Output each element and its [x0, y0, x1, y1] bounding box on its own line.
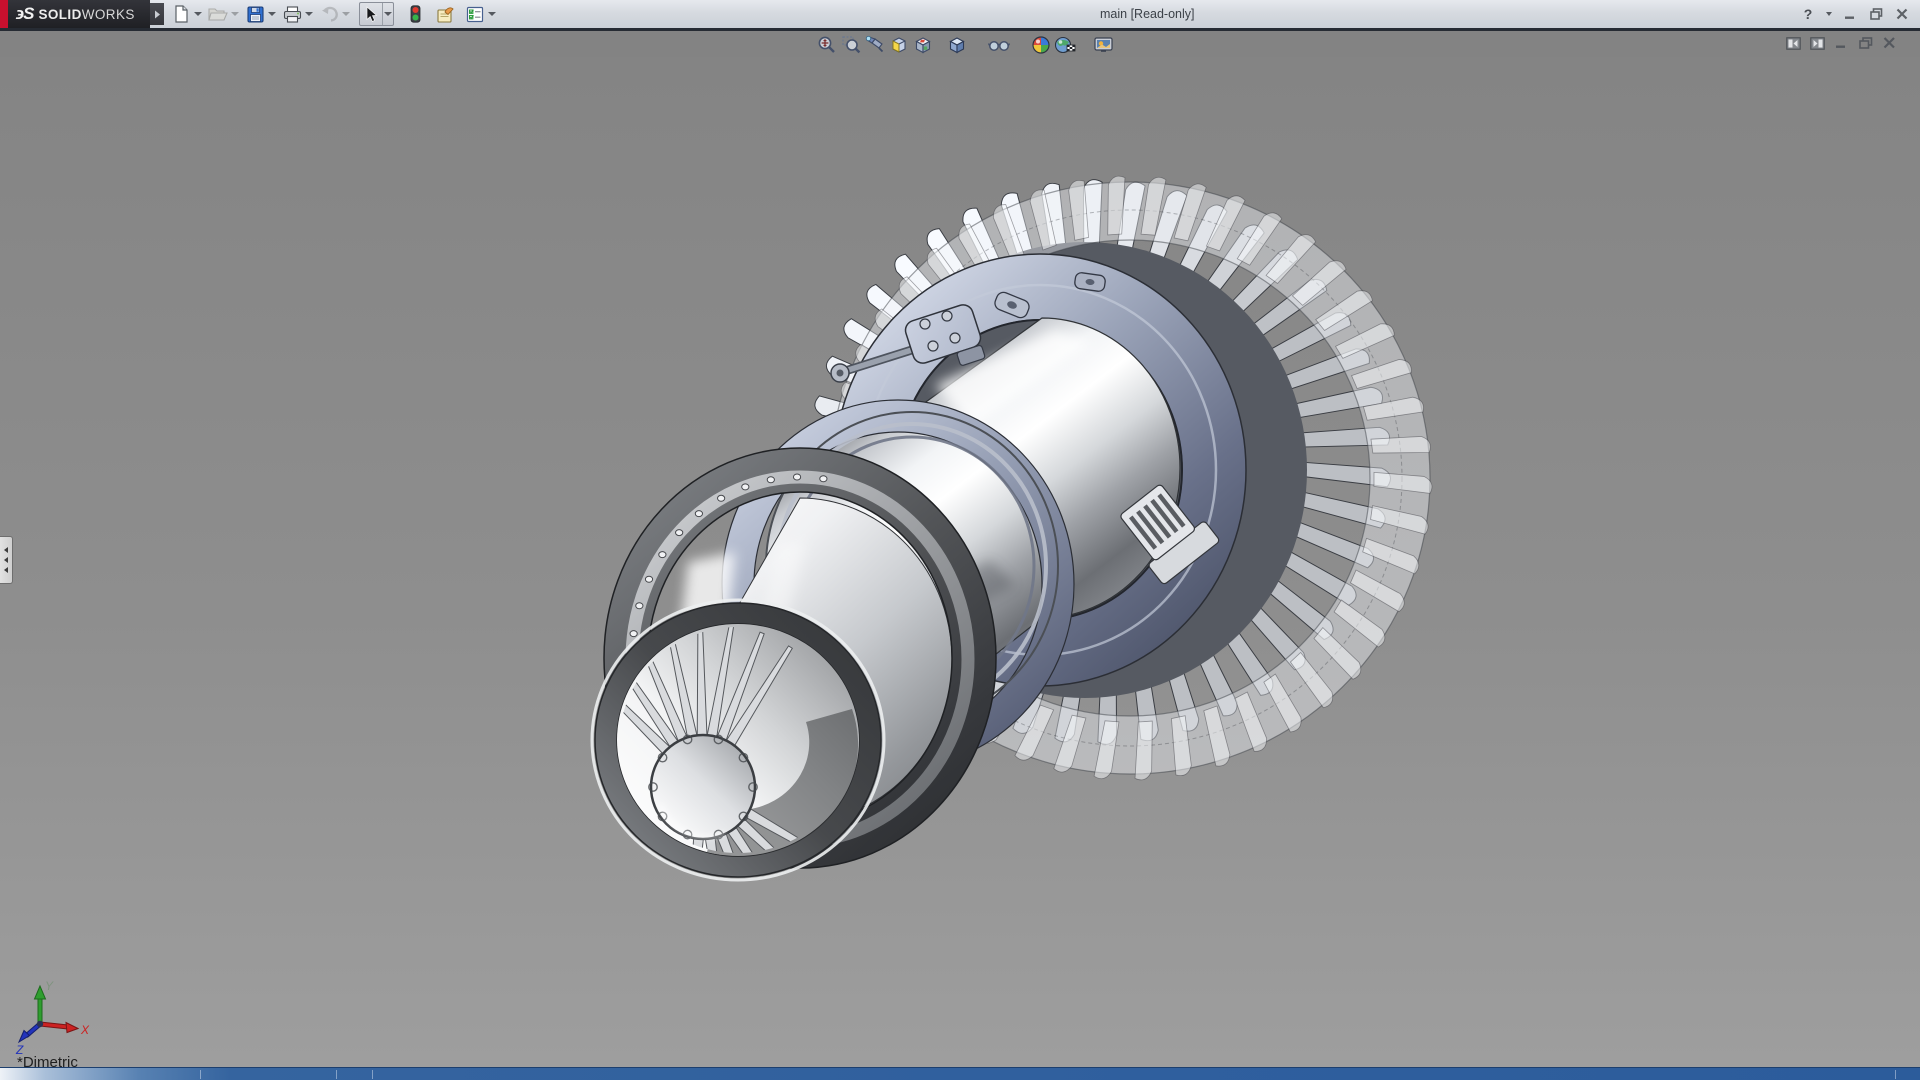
status-bar — [0, 1067, 1920, 1080]
x-axis-arrow — [66, 1023, 78, 1033]
open-dropdown[interactable] — [229, 3, 240, 25]
view-settings-button[interactable] — [1092, 34, 1114, 56]
display-style-icon — [947, 35, 967, 55]
menu-strip — [0, 28, 1920, 57]
section-view-button[interactable] — [888, 34, 910, 56]
apply-scene-icon — [1054, 35, 1076, 55]
zoom-to-area-button[interactable] — [840, 34, 862, 56]
display-style-button[interactable] — [946, 34, 968, 56]
help-button[interactable]: ? — [1798, 4, 1818, 24]
restore-button[interactable] — [1866, 4, 1886, 24]
doc-close-icon — [1883, 37, 1896, 49]
save-dropdown[interactable] — [266, 3, 277, 25]
zoom-to-fit-button[interactable] — [816, 34, 838, 56]
section-view-icon — [889, 35, 909, 55]
collapse-pane-button[interactable] — [1785, 35, 1802, 51]
standard-toolbar — [170, 2, 501, 26]
open-button[interactable] — [207, 3, 229, 25]
expand-pane-button[interactable] — [1809, 35, 1826, 51]
doc-minimize-icon — [1835, 37, 1848, 49]
engine-3d-model[interactable] — [0, 0, 1920, 1080]
file-properties-icon — [436, 6, 455, 23]
collapse-arrow-icon — [4, 567, 8, 573]
options-button[interactable] — [464, 3, 486, 25]
new-document-button[interactable] — [170, 3, 192, 25]
print-button[interactable] — [281, 3, 303, 25]
hide-show-items-button[interactable] — [988, 34, 1010, 56]
undo-dropdown[interactable] — [340, 3, 351, 25]
titlebar-controls: ? — [1798, 3, 1912, 25]
ds-logo-icon: ϶S — [16, 4, 33, 24]
checkered-flag — [1067, 45, 1075, 51]
restore-icon — [1870, 8, 1883, 20]
previous-view-icon — [865, 35, 885, 55]
zoom-to-fit-icon — [817, 35, 837, 55]
orientation-triad: Y X Z — [12, 978, 102, 1056]
print-icon — [283, 6, 302, 23]
heads-up-view-toolbar — [816, 34, 1116, 56]
casing-bolt-tab — [1074, 272, 1106, 292]
view-orientation-button[interactable] — [912, 34, 934, 56]
status-separator — [1895, 1070, 1896, 1079]
new-document-dropdown[interactable] — [192, 3, 203, 25]
file-properties-button[interactable] — [434, 3, 456, 25]
window-title: main [Read-only] — [1100, 7, 1195, 21]
close-icon — [1896, 8, 1908, 20]
logo-red-accent — [0, 0, 8, 28]
status-separator — [336, 1070, 337, 1079]
doc-close-button[interactable] — [1881, 35, 1898, 51]
help-dropdown[interactable] — [1824, 4, 1834, 24]
collapse-arrow-icon — [4, 557, 8, 563]
minimize-icon — [1844, 8, 1856, 20]
select-button[interactable] — [360, 3, 382, 25]
doc-restore-icon — [1859, 37, 1873, 49]
feature-tree-collapse-tab[interactable] — [0, 536, 13, 584]
select-tool-group — [359, 2, 394, 26]
y-axis-arrow — [35, 986, 46, 999]
nozzle-front-face — [583, 600, 884, 952]
doc-restore-button[interactable] — [1857, 35, 1874, 51]
view-orientation-icon — [913, 35, 933, 55]
view-settings-icon — [1093, 35, 1114, 55]
collapse-pane-icon — [1786, 37, 1801, 50]
print-dropdown[interactable] — [303, 3, 314, 25]
save-button[interactable] — [244, 3, 266, 25]
flyout-arrow-icon — [154, 10, 161, 19]
brand-name: SOLIDWORKS — [38, 7, 134, 22]
status-separator — [200, 1070, 201, 1079]
select-cursor-icon — [364, 6, 379, 23]
eyeglasses-icon — [988, 35, 1010, 55]
title-bar: ϶S SOLIDWORKS — [0, 0, 1920, 28]
expand-pane-icon — [1810, 37, 1825, 50]
solidworks-window: ϶S SOLIDWORKS — [0, 0, 1920, 1080]
tail-cone-hub — [651, 735, 755, 839]
edit-appearance-button[interactable] — [1030, 34, 1052, 56]
rebuild-button[interactable] — [404, 3, 426, 25]
apply-scene-button[interactable] — [1054, 34, 1076, 56]
close-button[interactable] — [1892, 4, 1912, 24]
triad-origin — [37, 1021, 43, 1027]
menu-flyout-arrow[interactable] — [150, 3, 164, 25]
x-axis-label: X — [80, 1023, 90, 1037]
undo-button[interactable] — [318, 3, 340, 25]
save-floppy-icon — [247, 6, 264, 23]
options-dropdown[interactable] — [486, 3, 497, 25]
open-folder-icon — [208, 6, 228, 22]
zoom-to-area-icon — [841, 35, 861, 55]
rebuild-traffic-light-icon — [410, 5, 421, 23]
options-checklist-icon — [466, 6, 484, 23]
new-document-icon — [173, 5, 190, 23]
previous-view-button[interactable] — [864, 34, 886, 56]
y-axis-label: Y — [45, 979, 54, 993]
collapse-arrow-icon — [4, 547, 8, 553]
undo-icon — [320, 6, 339, 22]
app-logo: ϶S SOLIDWORKS — [0, 0, 150, 28]
doc-minimize-button[interactable] — [1833, 35, 1850, 51]
document-controls — [1785, 35, 1898, 51]
status-separator — [372, 1070, 373, 1079]
minimize-button[interactable] — [1840, 4, 1860, 24]
edit-appearance-sphere-icon — [1031, 35, 1051, 55]
select-dropdown[interactable] — [382, 3, 393, 25]
